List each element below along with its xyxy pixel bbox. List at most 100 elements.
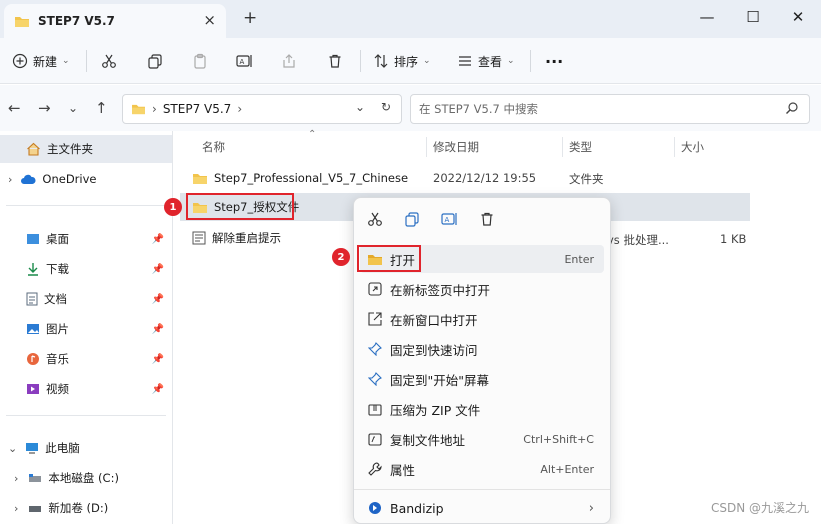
highlight-box (357, 245, 421, 272)
sidebar-item-music[interactable]: 音乐 📌 (0, 345, 172, 373)
pin-icon[interactable]: 📌 (152, 354, 164, 365)
copy-icon (147, 53, 163, 69)
pin-icon[interactable]: 📌 (152, 234, 164, 245)
new-tab-button[interactable]: + (243, 8, 257, 28)
wrench-icon (360, 462, 390, 476)
tab-step7[interactable]: STEP7 V5.7 × (4, 4, 226, 38)
ctx-delete-button[interactable] (474, 208, 500, 230)
file-modified: 2022/12/12 19:55 (433, 171, 537, 185)
folder-icon (14, 15, 30, 28)
forward-arrow-icon[interactable]: → (38, 99, 51, 117)
sidebar-item-this-pc[interactable]: ⌄ 此电脑 (0, 434, 172, 462)
scissors-icon (368, 212, 382, 226)
batch-file-icon (192, 231, 206, 245)
menu-item-copy-path[interactable]: 复制文件地址 Ctrl+Shift+C (360, 425, 604, 453)
step-badge-1: 1 (164, 198, 182, 216)
menu-item-label: 固定到"开始"屏幕 (390, 372, 489, 388)
chevron-right-icon: › (8, 172, 13, 186)
sidebar-item-documents[interactable]: 文档 📌 (0, 285, 172, 313)
copy-button[interactable] (147, 48, 163, 74)
rename-button[interactable]: A (236, 48, 254, 74)
tab-close-icon[interactable]: × (203, 11, 216, 29)
menu-item-bandizip[interactable]: Bandizip › (360, 494, 604, 522)
pin-icon (360, 372, 390, 386)
drive-icon (28, 473, 42, 483)
bandizip-icon (360, 501, 390, 515)
pin-icon[interactable]: 📌 (152, 264, 164, 275)
share-button[interactable] (281, 48, 297, 74)
menu-item-label: 在新标签页中打开 (390, 282, 491, 298)
menu-item-shortcut: Ctrl+Shift+C (523, 432, 594, 446)
sidebar-item-drive-c[interactable]: › 本地磁盘 (C:) (0, 464, 172, 492)
ctx-rename-button[interactable]: A (437, 208, 463, 230)
pin-icon[interactable]: 📌 (152, 384, 164, 395)
scissors-icon (101, 53, 117, 69)
chevron-down-icon: ⌄ (423, 56, 431, 66)
address-dropdown-icon[interactable]: ⌄ (355, 100, 365, 114)
chevron-right-icon: › (14, 501, 19, 515)
delete-button[interactable] (327, 48, 343, 74)
column-header-modified[interactable]: 修改日期 (433, 139, 479, 155)
close-window-button[interactable]: ✕ (775, 2, 821, 32)
command-bar: 新建 ⌄ A 排序 ⌄ 查看 ⌄ ··· (0, 38, 821, 84)
maximize-button[interactable]: ☐ (730, 2, 776, 32)
back-arrow-icon[interactable]: ← (8, 99, 21, 117)
menu-item-shortcut: Enter (564, 252, 594, 266)
sidebar-item-home[interactable]: 主文件夹 (0, 135, 172, 163)
file-name: 解除重启提示 (212, 231, 281, 245)
picture-icon (26, 323, 40, 335)
sort-label: 排序 (394, 54, 419, 69)
search-input[interactable]: 在 STEP7 V5.7 中搜索 (410, 94, 810, 124)
pin-icon[interactable]: 📌 (152, 324, 164, 335)
sidebar-item-desktop[interactable]: 桌面 📌 (0, 225, 172, 253)
pin-icon[interactable]: 📌 (152, 294, 164, 305)
sidebar-item-onedrive[interactable]: › OneDrive (0, 165, 172, 193)
new-button[interactable]: 新建 ⌄ (12, 48, 70, 74)
breadcrumb-folder[interactable]: STEP7 V5.7 (163, 102, 232, 116)
desktop-icon (26, 233, 40, 245)
search-icon[interactable] (785, 101, 799, 115)
step-badge-2: 2 (332, 248, 350, 266)
menu-item-properties[interactable]: 属性 Alt+Enter (360, 455, 604, 483)
ctx-cut-button[interactable] (362, 208, 388, 230)
address-bar[interactable]: › STEP7 V5.7 › ⌄ ↻ (122, 94, 402, 124)
plus-circle-icon (12, 53, 28, 69)
menu-item-pin-start[interactable]: 固定到"开始"屏幕 (360, 365, 604, 393)
menu-item-label: 固定到快速访问 (390, 342, 478, 358)
svg-text:A: A (240, 58, 245, 66)
menu-item-open-new-tab[interactable]: 在新标签页中打开 (360, 275, 604, 303)
video-icon (26, 383, 40, 395)
recent-chevron-icon[interactable]: ⌄ (68, 101, 78, 115)
sort-button[interactable]: 排序 ⌄ (373, 48, 431, 74)
up-arrow-icon[interactable]: ↑ (95, 99, 108, 117)
new-label: 新建 (33, 54, 58, 69)
menu-item-pin-quick-access[interactable]: 固定到快速访问 (360, 335, 604, 363)
cut-button[interactable] (101, 48, 117, 74)
submenu-chevron-icon: › (588, 500, 594, 516)
sidebar-item-pictures[interactable]: 图片 📌 (0, 315, 172, 343)
chevron-right-icon: › (237, 102, 243, 116)
watermark: CSDN @九溪之九 (710, 501, 809, 515)
column-header-type[interactable]: 类型 (569, 139, 592, 155)
menu-item-open-new-window[interactable]: 在新窗口中打开 (360, 305, 604, 333)
rename-icon: A (236, 53, 254, 69)
chevron-down-icon: ⌄ (8, 441, 18, 455)
share-icon (281, 53, 297, 69)
view-button[interactable]: 查看 ⌄ (457, 48, 515, 74)
sidebar-item-drive-d[interactable]: › 新加卷 (D:) (0, 494, 172, 522)
menu-item-label: Bandizip (390, 500, 444, 516)
refresh-icon[interactable]: ↻ (381, 100, 391, 114)
column-header-name[interactable]: 名称 (202, 139, 225, 155)
copy-path-icon (360, 432, 390, 446)
paste-button[interactable] (192, 48, 208, 74)
sidebar-item-downloads[interactable]: 下载 📌 (0, 255, 172, 283)
file-name: Step7_Professional_V5_7_Chinese (214, 171, 409, 185)
sidebar-item-videos[interactable]: 视频 📌 (0, 375, 172, 403)
ctx-copy-button[interactable] (399, 208, 425, 230)
chevron-down-icon: ⌄ (507, 56, 515, 66)
menu-item-zip[interactable]: 压缩为 ZIP 文件 (360, 395, 604, 423)
column-header-size[interactable]: 大小 (681, 139, 704, 155)
search-placeholder: 在 STEP7 V5.7 中搜索 (419, 102, 538, 116)
more-button[interactable]: ··· (545, 48, 563, 74)
minimize-button[interactable]: — (684, 2, 730, 32)
